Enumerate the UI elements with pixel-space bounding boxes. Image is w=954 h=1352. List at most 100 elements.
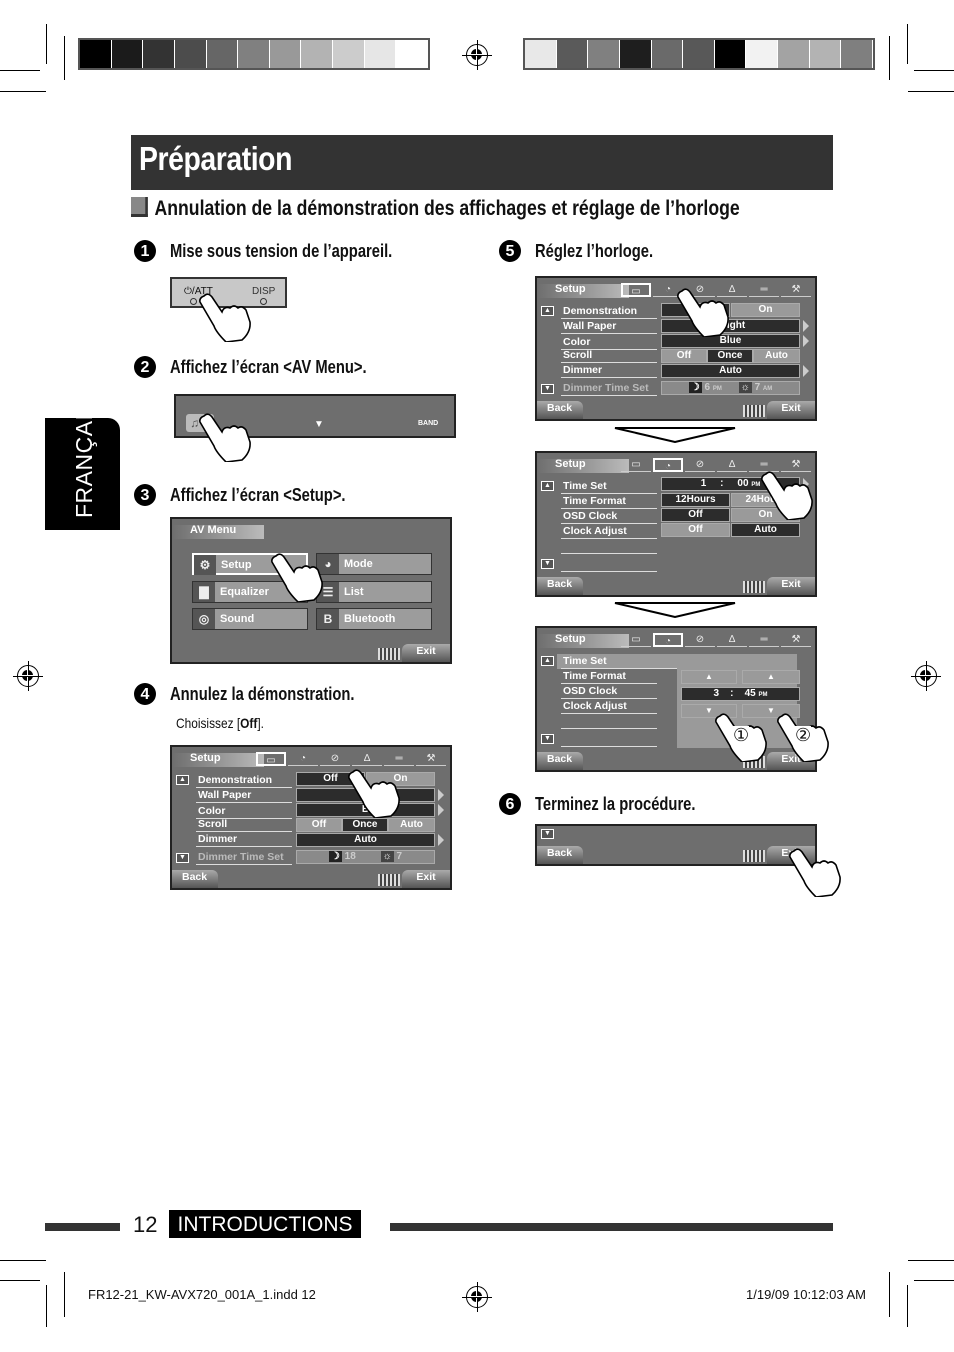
row-wall-paper[interactable]: Wall Paper (196, 788, 292, 803)
input-tab-icon[interactable]: ═ (749, 633, 779, 647)
sound-tab-icon[interactable]: ∆ (717, 633, 747, 647)
scroll-down-icon[interactable]: ▼ (176, 853, 189, 863)
row-scroll[interactable]: Scroll (561, 348, 657, 363)
back-button[interactable]: Back (537, 401, 583, 419)
back-button[interactable]: Back (537, 577, 583, 595)
color-swatch (206, 40, 239, 68)
row-dimmer[interactable]: Dimmer (561, 363, 657, 378)
minute-up-button[interactable]: ▲ (742, 670, 800, 684)
row-demonstration[interactable]: Demonstration (196, 773, 292, 788)
sound-tab-icon[interactable]: ∆ (352, 752, 382, 766)
sound-tab-icon[interactable]: ∆ (717, 458, 747, 472)
exit-button[interactable]: Exit (767, 401, 815, 419)
display-tab-icon[interactable]: ▭ (621, 283, 651, 297)
scroll-down-icon[interactable]: ▼ (541, 829, 554, 839)
back-button[interactable]: Back (537, 752, 583, 770)
page-number: 12 (133, 1212, 158, 1237)
row-demonstration[interactable]: Demonstration (561, 304, 657, 319)
scroll-auto-option[interactable]: Auto (388, 818, 435, 832)
scroll-once-option[interactable]: Once (707, 349, 753, 363)
scroll-auto-option[interactable]: Auto (753, 349, 800, 363)
exit-button[interactable]: Exit (402, 870, 450, 888)
pointing-hand-icon (196, 292, 252, 342)
scroll-down-icon[interactable]: ▼ (541, 384, 554, 394)
chevron-right-icon[interactable] (438, 834, 444, 846)
dimmer-value[interactable]: Auto (296, 833, 435, 847)
registration-mark-icon (911, 661, 941, 691)
section-title: Annulation de la démonstration des affic… (131, 197, 740, 221)
clock-tab-icon[interactable]: ◔ (653, 633, 683, 647)
chevron-right-icon[interactable] (803, 365, 809, 377)
crop-mark (914, 1280, 954, 1281)
down-arrow-icon[interactable]: ▼ (314, 419, 324, 430)
row-time-format[interactable]: Time Format (561, 669, 657, 684)
display-tab-icon[interactable]: ▭ (621, 633, 651, 647)
setup-screen-display: Setup ▭ ◔ ⊘ ∆ ═ ⚒ ▲ ▼ Demonstration Wall… (170, 745, 452, 890)
scroll-down-icon[interactable]: ▼ (541, 734, 554, 744)
row-time-format[interactable]: Time Format (561, 494, 657, 509)
row-clock-adjust[interactable]: Clock Adjust (561, 524, 657, 539)
pointing-hand-icon (345, 768, 401, 818)
scroll-down-icon[interactable]: ▼ (541, 559, 554, 569)
back-button[interactable]: Back (172, 870, 218, 888)
chevron-right-icon[interactable] (803, 335, 809, 347)
back-button[interactable]: Back (537, 846, 583, 864)
menu-item-sound[interactable]: ◎ Sound (192, 608, 308, 630)
row-osd-clock[interactable]: OSD Clock (561, 509, 657, 524)
scroll-up-icon[interactable]: ▲ (541, 656, 554, 666)
row-scroll[interactable]: Scroll (196, 817, 292, 832)
scroll-up-icon[interactable]: ▲ (176, 775, 189, 785)
demo-on-option[interactable]: On (731, 303, 800, 317)
row-wall-paper[interactable]: Wall Paper (561, 319, 657, 334)
hour-up-button[interactable]: ▲ (681, 670, 737, 684)
input-tab-icon[interactable]: ═ (749, 283, 779, 297)
clock-adjust-auto-option[interactable]: Auto (731, 523, 800, 537)
row-clock-adjust[interactable]: Clock Adjust (561, 699, 657, 714)
scroll-up-icon[interactable]: ▲ (541, 481, 554, 491)
wrench-tab-icon[interactable]: ⚒ (781, 633, 811, 647)
row-dimmer[interactable]: Dimmer (196, 832, 292, 847)
disp-button-label[interactable]: DISP (252, 286, 275, 297)
dimmer-value[interactable]: Auto (661, 364, 800, 378)
clock-adjust-off-option[interactable]: Off (661, 523, 730, 537)
row-empty (561, 557, 657, 572)
menu-item-bluetooth[interactable]: B Bluetooth (316, 608, 432, 630)
disc-tab-icon[interactable]: ⊘ (320, 752, 350, 766)
display-tab-icon[interactable]: ▭ (256, 752, 286, 766)
scroll-once-option[interactable]: Once (342, 818, 388, 832)
moon-icon: ☽ (688, 382, 702, 393)
row-time-set[interactable]: Time Set (561, 654, 677, 669)
clock-tab-icon[interactable]: ◔ (288, 752, 318, 766)
row-dimmer-time-set[interactable]: Dimmer Time Set (196, 850, 292, 865)
crop-mark (0, 1260, 46, 1261)
osd-clock-off-option[interactable]: Off (661, 508, 730, 522)
chevron-right-icon[interactable] (438, 804, 444, 816)
band-button[interactable]: BAND (418, 420, 438, 427)
menu-item-list[interactable]: ☰ List (316, 581, 432, 603)
exit-button[interactable]: Exit (767, 577, 815, 595)
row-osd-clock[interactable]: OSD Clock (561, 684, 657, 699)
scroll-off-option[interactable]: Off (661, 349, 707, 363)
color-swatch (778, 40, 810, 68)
step-number: 2 (134, 356, 156, 378)
clock-tab-icon[interactable]: ◔ (653, 458, 683, 472)
disc-tab-icon[interactable]: ⊘ (685, 633, 715, 647)
exit-button[interactable]: Exit (402, 644, 450, 662)
time-format-12h-option[interactable]: 12Hours (661, 493, 730, 507)
scroll-up-icon[interactable]: ▲ (541, 306, 554, 316)
wrench-tab-icon[interactable]: ⚒ (416, 752, 446, 766)
row-time-set[interactable]: Time Set (561, 479, 657, 494)
wrench-tab-icon[interactable]: ⚒ (781, 283, 811, 297)
chevron-right-icon[interactable] (438, 789, 444, 801)
scroll-off-option[interactable]: Off (296, 818, 342, 832)
chevron-right-icon[interactable] (803, 320, 809, 332)
color-swatch (556, 40, 589, 68)
dimmer-time-value: ☽ 18 ☼ 7 (296, 850, 435, 864)
disc-tab-icon[interactable]: ⊘ (685, 458, 715, 472)
input-tab-icon[interactable]: ═ (384, 752, 414, 766)
slug-date: 1/19/09 10:12:03 AM (746, 1287, 866, 1302)
row-dimmer-time-set[interactable]: Dimmer Time Set (561, 381, 657, 396)
display-tab-icon[interactable]: ▭ (621, 458, 651, 472)
crop-mark (914, 70, 954, 71)
menu-item-mode[interactable]: ◕ Mode (316, 553, 432, 575)
